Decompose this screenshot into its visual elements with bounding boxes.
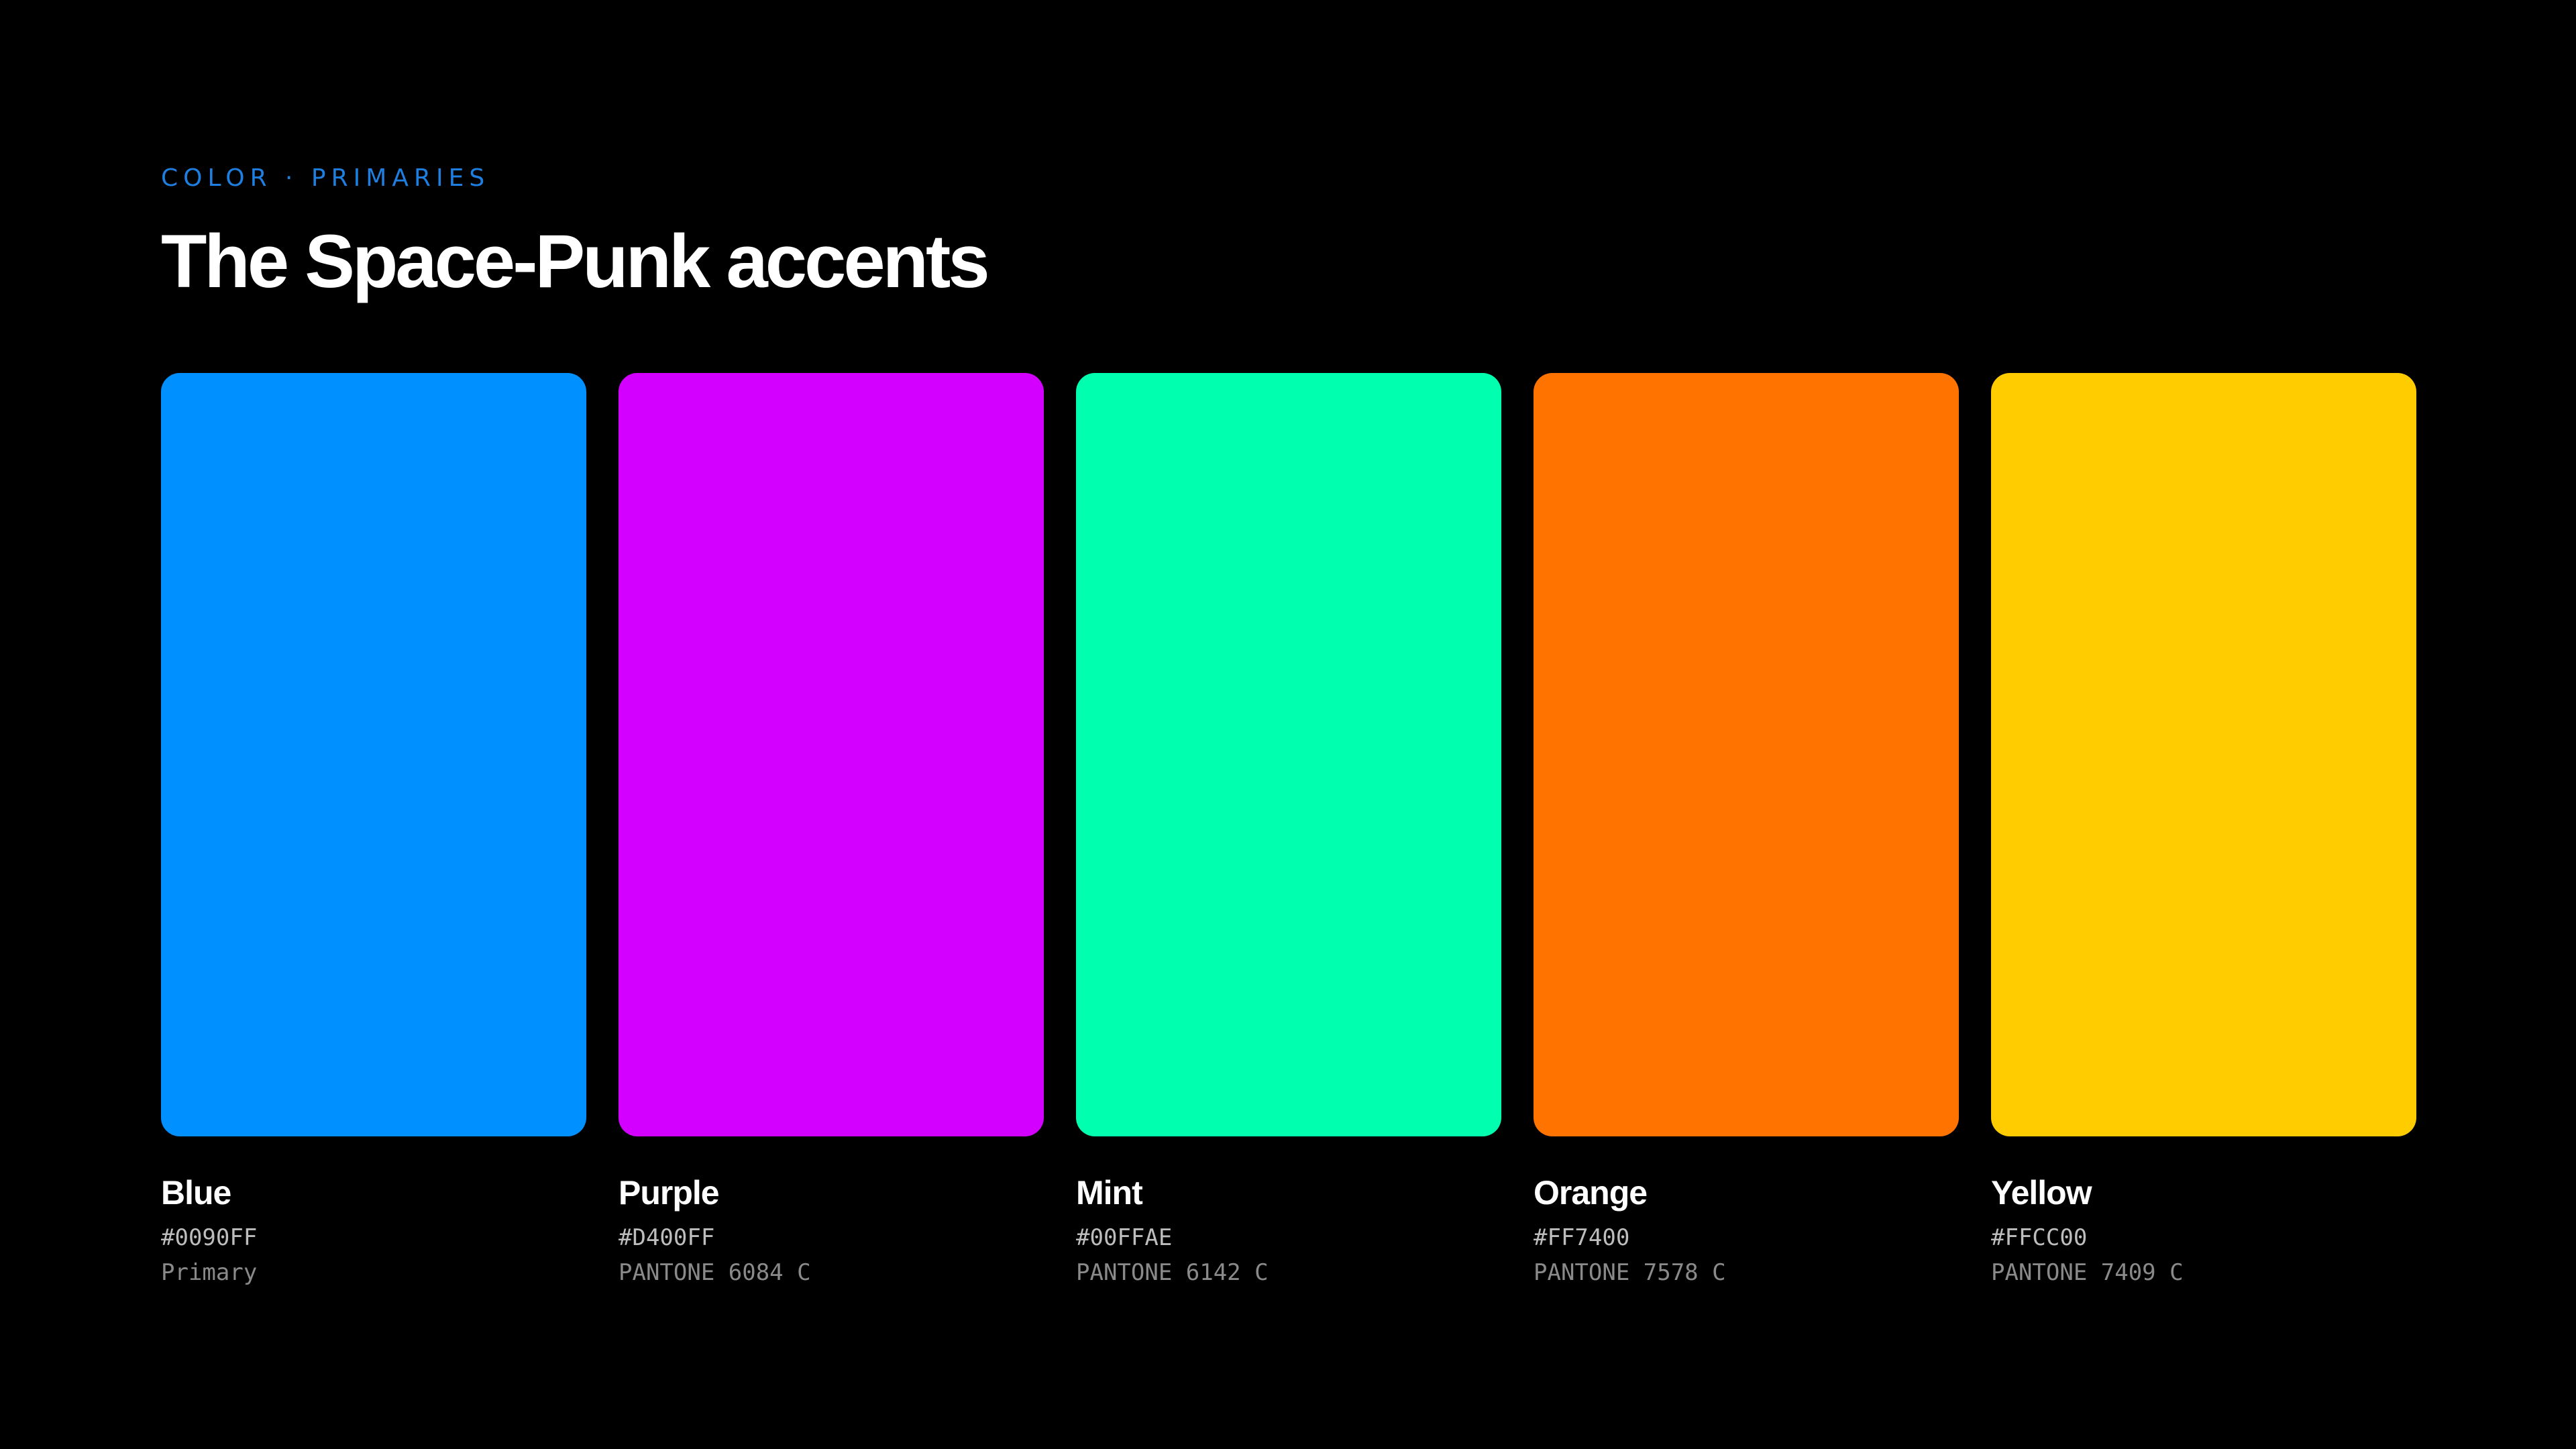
swatch-name: Mint [1076, 1174, 1143, 1212]
swatch-meta: PANTONE 6142 C [1076, 1259, 1269, 1286]
swatch-meta: PANTONE 7578 C [1534, 1259, 1726, 1286]
color-chip-blue [161, 373, 586, 1136]
color-chip-mint [1076, 373, 1501, 1136]
page-title: The Space-Punk accents [161, 219, 990, 303]
color-chip-orange [1534, 373, 1959, 1136]
swatch-card-blue: Blue #0090FF Primary [161, 373, 586, 1288]
section-eyebrow: COLOR · PRIMARIES [161, 164, 490, 192]
swatch-name: Orange [1534, 1174, 1648, 1212]
swatch-hex: #FFCC00 [1991, 1224, 2088, 1251]
swatch-hex: #00FFAE [1076, 1224, 1173, 1251]
swatch-hex: #D400FF [619, 1224, 715, 1251]
color-chip-yellow [1991, 373, 2416, 1136]
palette-slide: COLOR · PRIMARIES The Space-Punk accents… [0, 0, 2576, 1449]
swatch-name: Blue [161, 1174, 231, 1212]
swatch-row: Blue #0090FF Primary Purple #D400FF PANT… [161, 373, 2416, 1288]
swatch-name: Yellow [1991, 1174, 2092, 1212]
swatch-meta: PANTONE 6084 C [619, 1259, 811, 1286]
swatch-card-mint: Mint #00FFAE PANTONE 6142 C [1076, 373, 1501, 1288]
swatch-hex: #FF7400 [1534, 1224, 1630, 1251]
swatch-meta: PANTONE 7409 C [1991, 1259, 2184, 1286]
swatch-card-yellow: Yellow #FFCC00 PANTONE 7409 C [1991, 373, 2416, 1288]
color-chip-purple [619, 373, 1044, 1136]
swatch-meta: Primary [161, 1259, 258, 1286]
swatch-hex: #0090FF [161, 1224, 258, 1251]
swatch-name: Purple [619, 1174, 720, 1212]
swatch-card-orange: Orange #FF7400 PANTONE 7578 C [1534, 373, 1959, 1288]
swatch-card-purple: Purple #D400FF PANTONE 6084 C [619, 373, 1044, 1288]
